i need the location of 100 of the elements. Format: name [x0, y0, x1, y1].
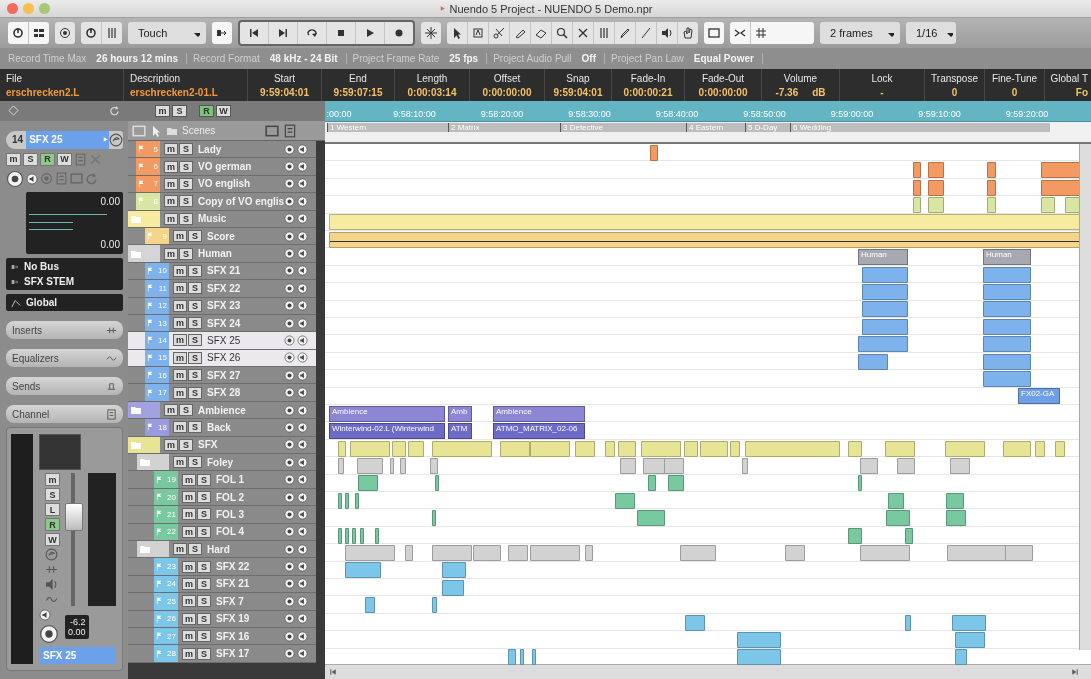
- solo-button[interactable]: S: [188, 334, 202, 347]
- solo-button[interactable]: S: [197, 577, 211, 590]
- mute-button[interactable]: m: [164, 404, 178, 417]
- mute-button[interactable]: m: [182, 560, 196, 573]
- track-row[interactable]: 6 m S VO german: [128, 158, 316, 176]
- solo-button[interactable]: S: [179, 212, 193, 225]
- field-value[interactable]: 9:59:07:15: [333, 86, 383, 98]
- track-row[interactable]: 5 m S Lady: [128, 141, 316, 159]
- field-value[interactable]: 0:00:00:00: [482, 86, 532, 98]
- solo-button[interactable]: S: [179, 404, 193, 417]
- routing-label[interactable]: No Bus: [24, 261, 59, 273]
- solo-button[interactable]: S: [197, 630, 211, 643]
- field-value[interactable]: 9:59:04:01: [260, 86, 309, 98]
- track-name-field[interactable]: 14 SFX 25: [6, 130, 123, 149]
- section-header[interactable]: Sends: [6, 377, 123, 396]
- mute-button[interactable]: m: [173, 351, 187, 364]
- solo-button[interactable]: S: [197, 473, 211, 486]
- field-value[interactable]: -7.36: [775, 86, 799, 98]
- track-row[interactable]: 21 m S FOL 3: [128, 506, 316, 524]
- section-header[interactable]: Inserts: [6, 321, 123, 340]
- routing-label[interactable]: SFX STEM: [24, 276, 74, 288]
- grid-type-dropdown[interactable]: 2 frames: [820, 22, 900, 44]
- mute-button[interactable]: m: [173, 369, 187, 382]
- solo-button[interactable]: S: [197, 560, 211, 573]
- solo-button[interactable]: S: [188, 230, 202, 243]
- global-mute-button[interactable]: m: [155, 105, 170, 117]
- mute-button[interactable]: m: [182, 595, 196, 608]
- track-row[interactable]: 11 m S SFX 22: [128, 280, 316, 298]
- automation-mode-dropdown[interactable]: Touch: [128, 22, 206, 44]
- solo-button[interactable]: S: [179, 143, 193, 156]
- mute-button[interactable]: m: [173, 264, 187, 277]
- read-button[interactable]: R: [45, 518, 60, 531]
- mute-button[interactable]: m: [173, 543, 187, 556]
- track-row[interactable]: 14 m S SFX 25: [128, 332, 316, 350]
- track-row[interactable]: 28 m S SFX 17: [128, 645, 316, 663]
- field-value[interactable]: -: [880, 86, 884, 98]
- mute-button[interactable]: m: [182, 647, 196, 660]
- solo-button[interactable]: S: [197, 595, 211, 608]
- mute-button[interactable]: m: [164, 177, 178, 190]
- solo-button[interactable]: S: [188, 386, 202, 399]
- mute-button[interactable]: m: [164, 143, 178, 156]
- track-row[interactable]: m S Foley: [128, 454, 316, 472]
- solo-button[interactable]: S: [45, 488, 60, 501]
- field-value[interactable]: 9:59:04:01: [553, 86, 603, 98]
- global-solo-button[interactable]: S: [172, 105, 187, 117]
- solo-button[interactable]: S: [179, 195, 193, 208]
- track-row[interactable]: 16 m S SFX 27: [128, 367, 316, 385]
- solo-button[interactable]: S: [188, 264, 202, 277]
- track-row[interactable]: 25 m S SFX 7: [128, 593, 316, 611]
- mute-button[interactable]: m: [173, 317, 187, 330]
- field-value[interactable]: 0:00:03:14: [407, 86, 457, 98]
- write-button[interactable]: W: [45, 533, 60, 546]
- mute-button[interactable]: m: [164, 212, 178, 225]
- field-value[interactable]: erschrecken2.L: [6, 86, 80, 98]
- mute-button[interactable]: m: [182, 525, 196, 538]
- solo-button[interactable]: S: [23, 152, 38, 166]
- solo-button[interactable]: S: [188, 421, 202, 434]
- solo-button[interactable]: S: [188, 456, 202, 469]
- quantize-dropdown[interactable]: 1/16: [906, 22, 956, 44]
- solo-button[interactable]: S: [188, 299, 202, 312]
- section-header[interactable]: Equalizers: [6, 349, 123, 368]
- solo-button[interactable]: S: [197, 508, 211, 521]
- solo-button[interactable]: S: [188, 317, 202, 330]
- track-row[interactable]: 18 m S Back: [128, 419, 316, 437]
- solo-button[interactable]: S: [179, 177, 193, 190]
- mute-button[interactable]: m: [182, 508, 196, 521]
- solo-button[interactable]: S: [179, 438, 193, 451]
- mute-button[interactable]: m: [182, 473, 196, 486]
- mute-button[interactable]: m: [164, 438, 178, 451]
- field-value[interactable]: Fo: [1075, 86, 1088, 98]
- mute-button[interactable]: m: [173, 421, 187, 434]
- solo-button[interactable]: S: [188, 543, 202, 556]
- section-header[interactable]: Channel: [6, 405, 123, 423]
- track-row[interactable]: m S Human: [128, 245, 316, 263]
- track-row[interactable]: 17 m S SFX 28: [128, 384, 316, 402]
- mute-button[interactable]: m: [182, 577, 196, 590]
- solo-button[interactable]: S: [197, 525, 211, 538]
- automation-label[interactable]: Global: [26, 297, 58, 309]
- global-read-button[interactable]: R: [199, 105, 214, 117]
- solo-button[interactable]: S: [197, 491, 211, 503]
- field-value[interactable]: 0:00:00:00: [698, 86, 748, 98]
- track-row[interactable]: 8 m S Copy of VO englis: [128, 193, 316, 211]
- solo-button[interactable]: S: [179, 160, 193, 173]
- mute-button[interactable]: m: [45, 473, 60, 486]
- solo-button[interactable]: S: [188, 282, 202, 295]
- track-row[interactable]: 19 m S FOL 1: [128, 471, 316, 489]
- mute-button[interactable]: m: [6, 152, 21, 166]
- track-row[interactable]: 23 m S SFX 22: [128, 558, 316, 576]
- global-write-button[interactable]: W: [216, 105, 231, 117]
- mute-button[interactable]: m: [182, 612, 196, 625]
- mute-button[interactable]: m: [173, 299, 187, 312]
- read-button[interactable]: R: [40, 152, 55, 166]
- field-value[interactable]: 0: [951, 86, 958, 98]
- solo-button[interactable]: S: [188, 351, 202, 364]
- mute-button[interactable]: m: [173, 456, 187, 469]
- solo-button[interactable]: S: [179, 247, 193, 260]
- mute-button[interactable]: m: [182, 491, 196, 503]
- mute-button[interactable]: m: [164, 195, 178, 208]
- mute-button[interactable]: m: [173, 230, 187, 243]
- field-value[interactable]: erschrecken2-01.L: [130, 86, 218, 98]
